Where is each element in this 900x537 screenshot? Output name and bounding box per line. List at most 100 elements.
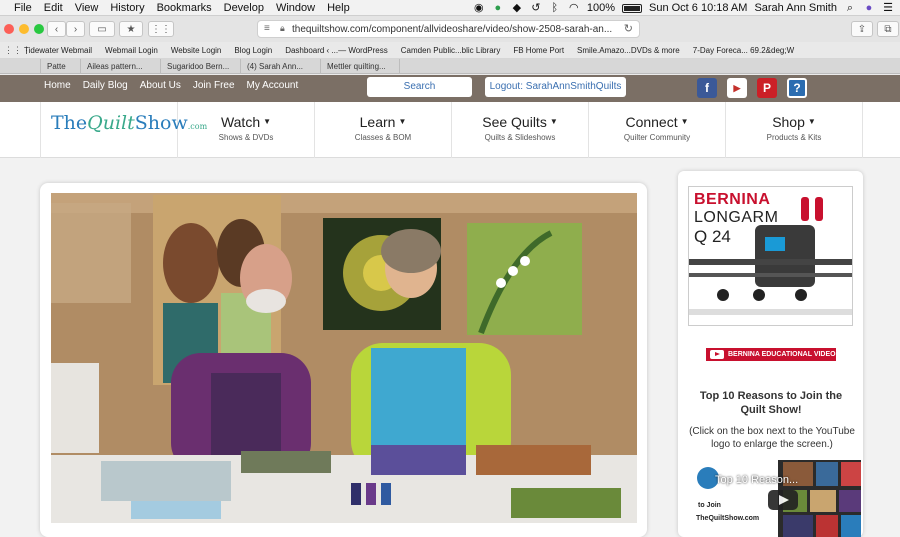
minimize-window-button[interactable]: [19, 24, 29, 34]
bookmark-item[interactable]: Smile.Amazo...DVDs & more: [577, 46, 680, 55]
browser-tab[interactable]: Mettler quilting...: [320, 59, 400, 74]
menu-edit[interactable]: Edit: [38, 2, 69, 14]
caret-down-icon: ▼: [549, 117, 558, 126]
tab-bar: Patte Aileas pattern... Sugaridoo Bern..…: [0, 59, 900, 74]
menu-shop[interactable]: Shop ▼ Products & Kits: [726, 102, 863, 158]
creative-cloud-icon[interactable]: ◉: [473, 2, 485, 14]
logout-button[interactable]: Logout: SarahAnnSmithQuilts: [485, 77, 626, 97]
bookmark-star-button[interactable]: ★: [119, 21, 143, 37]
address-bar[interactable]: ≡ 🔒︎ thequiltshow.com/component/allvideo…: [257, 20, 640, 38]
menu-title: Shop: [772, 114, 805, 130]
video-play-icon: [710, 350, 724, 359]
youtube-play-icon[interactable]: [768, 490, 798, 510]
menu-learn[interactable]: Learn ▼ Classes & BOM: [315, 102, 452, 158]
bookmark-item[interactable]: Webmail Login: [105, 46, 158, 55]
menu-develop[interactable]: Develop: [218, 2, 270, 14]
search-button[interactable]: Search: [367, 77, 472, 97]
bookmarks-bar: ⋮⋮⋮ Tidewater Webmail Webmail Login Webs…: [0, 42, 900, 59]
nav-about-us-link[interactable]: About Us: [140, 80, 181, 91]
edu-banner-label: BERNINA EDUCATIONAL VIDEOS: [728, 351, 841, 358]
caret-down-icon: ▼: [807, 117, 816, 126]
top-sites-button[interactable]: ⋮⋮: [148, 21, 174, 37]
address-bar-url: thequiltshow.com/component/allvideoshare…: [292, 23, 613, 35]
bernina-educational-videos-link[interactable]: BERNINA EDUCATIONAL VIDEOS: [706, 348, 840, 361]
youtube-video-title: Top 10 Reason...: [715, 474, 799, 486]
menu-view[interactable]: View: [69, 2, 105, 14]
nav-my-account-link[interactable]: My Account: [247, 80, 299, 91]
zoom-window-button[interactable]: [34, 24, 44, 34]
menubar-clock[interactable]: Sun Oct 6 10:18 AM: [649, 2, 747, 14]
spotlight-search-icon[interactable]: ⌕: [844, 2, 856, 14]
menu-see-quilts[interactable]: See Quilts ▼ Quilts & Slideshows: [452, 102, 589, 158]
menu-help[interactable]: Help: [321, 2, 356, 14]
logo-word-quilt: Quilt: [87, 112, 135, 134]
nav-home-link[interactable]: Home: [44, 80, 71, 91]
reasons-note: (Click on the box next to the YouTube lo…: [689, 426, 855, 450]
menubar-user[interactable]: Sarah Ann Smith: [754, 2, 837, 14]
youtube-embed[interactable]: Top 10 Reason... to Join TheQuiltShow.co…: [688, 460, 861, 537]
notification-center-icon[interactable]: ☰: [882, 2, 894, 14]
logo-word-the: The: [51, 112, 88, 134]
share-button[interactable]: ⇪: [851, 21, 873, 37]
bernina-longarm-ad[interactable]: BERNINA LONGARM Q 24: [688, 186, 853, 326]
bookmark-item[interactable]: Website Login: [171, 46, 222, 55]
menu-title: Watch: [220, 114, 261, 130]
menu-bookmarks[interactable]: Bookmarks: [151, 2, 218, 14]
tab-title: (4) Sarah Ann...: [247, 62, 304, 71]
bookmark-item[interactable]: Dashboard ‹ ...— WordPress: [285, 46, 388, 55]
pinterest-icon[interactable]: P: [757, 78, 777, 98]
video-player[interactable]: [51, 193, 637, 523]
menu-watch[interactable]: Watch ▼ Shows & DVDs: [178, 102, 315, 158]
reader-view-icon[interactable]: ≡: [264, 23, 270, 34]
battery-icon[interactable]: [621, 3, 642, 13]
wifi-icon[interactable]: ◠: [568, 2, 580, 14]
close-window-button[interactable]: [4, 24, 14, 34]
menu-title: Connect: [625, 114, 678, 130]
browser-tab[interactable]: Sugaridoo Bern...: [160, 59, 240, 74]
longarm-machine-image: [689, 197, 852, 315]
reload-icon[interactable]: ↻: [624, 22, 633, 35]
bookmark-item[interactable]: Camden Public...blic Library: [401, 46, 501, 55]
video-still-image: [51, 193, 637, 523]
menu-subtitle: Quilter Community: [623, 133, 691, 142]
lock-icon: 🔒︎: [280, 23, 285, 33]
forward-button[interactable]: ›: [66, 21, 85, 37]
youtube-icon[interactable]: ▶: [727, 78, 747, 98]
bookmark-item[interactable]: Tidewater Webmail: [24, 46, 92, 55]
browser-tab[interactable]: (4) Sarah Ann...: [240, 59, 320, 74]
bookmark-item[interactable]: FB Home Port: [513, 46, 564, 55]
menu-subtitle: Shows & DVDs: [218, 133, 274, 142]
nav-join-free-link[interactable]: Join Free: [193, 80, 235, 91]
bookmark-item[interactable]: Blog Login: [234, 46, 272, 55]
siri-icon[interactable]: ●: [863, 2, 875, 14]
menu-title: Learn: [359, 114, 396, 130]
menu-subtitle: Quilts & Slideshows: [484, 133, 556, 142]
bookmark-item[interactable]: 7-Day Foreca... 69.2&deg;W: [693, 46, 794, 55]
menu-title: See Quilts: [482, 114, 547, 130]
site-logo-link[interactable]: TheQuiltShow.com: [40, 102, 207, 158]
sync-icon[interactable]: ●: [492, 2, 504, 14]
back-button[interactable]: ‹: [47, 21, 66, 37]
menu-history[interactable]: History: [104, 2, 150, 14]
sidebar-toggle-button[interactable]: ▭: [89, 21, 115, 37]
tab-title: Aileas pattern...: [87, 62, 143, 71]
browser-tab[interactable]: Aileas pattern...: [80, 59, 160, 74]
menu-connect[interactable]: Connect ▼ Quilter Community: [589, 102, 726, 158]
thumb-caption-to-join: to Join: [698, 502, 721, 509]
dropbox-icon[interactable]: ◆: [511, 2, 523, 14]
facebook-icon[interactable]: f: [697, 78, 717, 98]
menu-file[interactable]: File: [8, 2, 38, 14]
help-icon[interactable]: ?: [787, 78, 807, 98]
thumb-caption-site: TheQuiltShow.com: [696, 515, 760, 522]
show-tabs-button[interactable]: ⧉: [877, 21, 899, 37]
menu-window[interactable]: Window: [270, 2, 321, 14]
browser-tab[interactable]: Patte: [40, 59, 80, 74]
all-bookmarks-icon[interactable]: ⋮⋮⋮: [4, 45, 31, 56]
bluetooth-icon[interactable]: ᛒ: [549, 2, 561, 14]
nav-daily-blog-link[interactable]: Daily Blog: [83, 80, 128, 91]
time-machine-icon[interactable]: ↺: [530, 2, 542, 14]
caret-down-icon: ▼: [398, 117, 407, 126]
reasons-heading: Top 10 Reasons to Join the Quilt Show!: [699, 390, 843, 416]
macos-menubar: File Edit View History Bookmarks Develop…: [0, 0, 900, 16]
battery-percent: 100%: [586, 2, 615, 14]
